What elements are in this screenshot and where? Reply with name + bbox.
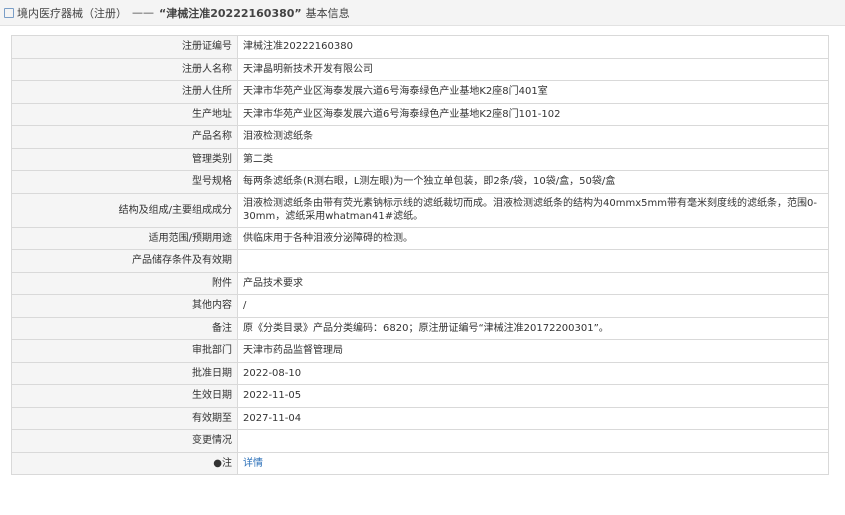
row-label: 管理类别	[11, 147, 238, 171]
table-row: 注册人住所 天津市华苑产业区海泰发展六道6号海泰绿色产业基地K2座8门401室	[11, 80, 829, 104]
row-label: 结构及组成/主要组成成分	[11, 192, 238, 228]
row-label: 注册证编号	[11, 35, 238, 59]
table-row: 注册证编号 津械注准20222160380	[11, 35, 829, 59]
header-registration-number: “津械注准20222160380”	[159, 6, 302, 20]
table-row: 批准日期 2022-08-10	[11, 361, 829, 385]
row-value	[237, 429, 829, 453]
row-value	[237, 249, 829, 273]
row-value: 2027-11-04	[237, 406, 829, 430]
table-row: 生效日期 2022-11-05	[11, 384, 829, 408]
row-label: 产品名称	[11, 125, 238, 149]
table-row: 附件 产品技术要求	[11, 271, 829, 295]
page-header: 境内医疗器械（注册） —— “津械注准20222160380” 基本信息	[0, 0, 845, 26]
table-row: 注册人名称 天津晶明新技术开发有限公司	[11, 57, 829, 81]
table-row: 产品名称 泪液检测滤纸条	[11, 125, 829, 149]
bullet-icon: ●	[213, 457, 222, 469]
table-row: 变更情况	[11, 429, 829, 453]
row-label: 审批部门	[11, 339, 238, 363]
row-value: 2022-11-05	[237, 384, 829, 408]
row-value: 产品技术要求	[237, 271, 829, 295]
row-value: 供临床用于各种泪液分泌障碍的检测。	[237, 226, 829, 250]
row-label: 生产地址	[11, 102, 238, 126]
row-label: 其他内容	[11, 294, 238, 318]
header-separator: ——	[132, 6, 154, 19]
info-table: 注册证编号 津械注准20222160380 注册人名称 天津晶明新技术开发有限公…	[11, 35, 829, 475]
table-row: 产品储存条件及有效期	[11, 249, 829, 273]
header-suffix: 基本信息	[305, 6, 350, 20]
row-value: 天津市药品监督管理局	[237, 339, 829, 363]
table-row: 生产地址 天津市华苑产业区海泰发展六道6号海泰绿色产业基地K2座8门101-10…	[11, 102, 829, 126]
row-value: /	[237, 294, 829, 318]
row-label: 适用范围/预期用途	[11, 226, 238, 250]
details-link[interactable]: 详情	[243, 458, 263, 469]
note-label: 注	[222, 457, 232, 469]
row-label: 生效日期	[11, 384, 238, 408]
row-value: 每两条滤纸条(R测右眼，L测左眼)为一个独立单包装，即2条/袋，10袋/盒，50…	[237, 170, 829, 194]
table-row: 备注 原《分类目录》产品分类编码：6820；原注册证编号“津械注准2017220…	[11, 316, 829, 340]
row-label: 注册人住所	[11, 80, 238, 104]
row-value: 原《分类目录》产品分类编码：6820；原注册证编号“津械注准2017220030…	[237, 316, 829, 340]
row-value: 天津市华苑产业区海泰发展六道6号海泰绿色产业基地K2座8门401室	[237, 80, 829, 104]
note-label-cell: ●注	[11, 451, 238, 475]
table-row: 型号规格 每两条滤纸条(R测右眼，L测左眼)为一个独立单包装，即2条/袋，10袋…	[11, 170, 829, 194]
table-row: 适用范围/预期用途 供临床用于各种泪液分泌障碍的检测。	[11, 226, 829, 250]
row-label: 有效期至	[11, 406, 238, 430]
row-value: 津械注准20222160380	[237, 35, 829, 59]
document-icon	[4, 7, 14, 18]
row-label: 附件	[11, 271, 238, 295]
row-label: 产品储存条件及有效期	[11, 249, 238, 273]
table-row: 结构及组成/主要组成成分 泪液检测滤纸条由带有荧光素钠标示线的滤纸裁切而成。泪液…	[11, 192, 829, 228]
row-value: 2022-08-10	[237, 361, 829, 385]
header-category: 境内医疗器械（注册）	[17, 6, 127, 20]
row-label: 注册人名称	[11, 57, 238, 81]
row-label: 备注	[11, 316, 238, 340]
table-row: 审批部门 天津市药品监督管理局	[11, 339, 829, 363]
note-value-cell: 详情	[237, 451, 829, 475]
table-row: 管理类别 第二类	[11, 147, 829, 171]
row-value: 天津晶明新技术开发有限公司	[237, 57, 829, 81]
row-value: 第二类	[237, 147, 829, 171]
table-row: 其他内容 /	[11, 294, 829, 318]
row-value: 天津市华苑产业区海泰发展六道6号海泰绿色产业基地K2座8门101-102	[237, 102, 829, 126]
table-row-note: ●注 详情	[11, 451, 829, 475]
row-value: 泪液检测滤纸条由带有荧光素钠标示线的滤纸裁切而成。泪液检测滤纸条的结构为40mm…	[237, 192, 829, 228]
row-label: 批准日期	[11, 361, 238, 385]
row-label: 型号规格	[11, 170, 238, 194]
row-value: 泪液检测滤纸条	[237, 125, 829, 149]
table-row: 有效期至 2027-11-04	[11, 406, 829, 430]
row-label: 变更情况	[11, 429, 238, 453]
